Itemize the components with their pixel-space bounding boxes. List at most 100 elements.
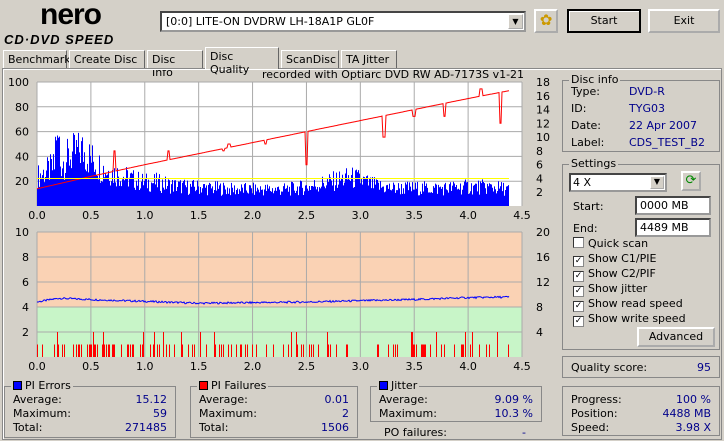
row-value: 59 (153, 407, 167, 420)
quality-score-box: Quality score: 95 (562, 356, 720, 378)
checkbox-box[interactable]: ✓ (573, 271, 584, 282)
progress-box: Progress: 100 % Position: 4488 MB Speed: 3.98… (562, 386, 720, 436)
row-value: 4488 MB (662, 407, 711, 420)
tab-scandisc[interactable]: ScanDisc (281, 50, 339, 68)
y-tick-label: 10 (15, 226, 29, 239)
x-tick-label: 0.5 (82, 209, 100, 222)
y2-tick-label: 8 (536, 301, 543, 314)
speed-select[interactable]: 4 X ▼ (569, 173, 667, 192)
checkbox-quick-scan[interactable]: Quick scan (573, 237, 648, 250)
settings-group: Settings 4 X ▼ ⟳ Start: 0000 MB End: 4489… (562, 157, 720, 350)
x-tick-label: 0.0 (28, 209, 46, 222)
y2-tick-label: 4 (536, 172, 543, 185)
start-input[interactable]: 0000 MB (635, 196, 711, 215)
chevron-down-icon[interactable]: ▼ (508, 14, 523, 29)
x-tick-label: 4.5 (513, 209, 531, 222)
checkbox-show-jitter[interactable]: ✓ Show jitter (573, 282, 647, 297)
y-tick-label: 80 (15, 101, 29, 114)
speed-value: 4 X (573, 176, 592, 189)
checkbox-show-c2-pif[interactable]: ✓ Show C2/PIF (573, 267, 656, 282)
x-tick-label: 2.5 (298, 360, 316, 372)
checkbox-show-c1-pie[interactable]: ✓ Show C1/PIE (573, 252, 656, 267)
row-label: Maximum: (379, 407, 437, 420)
x-tick-label: 2.5 (298, 209, 316, 222)
info-row: Maximum: 59 (13, 407, 167, 421)
row-label: Maximum: (199, 407, 257, 420)
row-value: 15.12 (135, 393, 168, 406)
tab-benchmark[interactable]: Benchmark (3, 50, 71, 68)
row-label: Average: (199, 393, 248, 406)
exit-button[interactable]: Exit (648, 9, 720, 33)
row-value: 0.01 (324, 393, 350, 406)
x-tick-label: 3.5 (405, 209, 423, 222)
row-value: 271485 (125, 421, 167, 434)
chevron-down-icon[interactable]: ▼ (650, 176, 664, 189)
drive-options-icon[interactable]: ✿ (534, 9, 558, 33)
checkbox-label: Show write speed (588, 312, 686, 325)
info-row: Speed: 3.98 X (571, 421, 711, 435)
end-input[interactable]: 4489 MB (635, 218, 711, 237)
pi-errors-chart: 0.0 0.5 1.0 1.5 2.0 2.5 3.0 3.5 4.0 4.5 100 80 60 40 2… (8, 76, 550, 222)
start-label: Start: (573, 200, 604, 213)
legend-swatch (379, 381, 388, 390)
checkbox-box[interactable]: ✓ (573, 301, 584, 312)
checkbox-label: Quick scan (588, 237, 649, 250)
tab-disc-info[interactable]: Disc Info (147, 50, 203, 79)
x-tick-label: 2.0 (244, 209, 262, 222)
group-title: PI Errors (25, 379, 71, 392)
row-value: CDS_TEST_B2 (629, 136, 706, 149)
advanced-button[interactable]: Advanced (637, 327, 715, 347)
tab-disc-quality[interactable]: Disc Quality (205, 47, 279, 76)
checkbox-show-write-speed[interactable]: ✓ Show write speed (573, 312, 686, 327)
checkbox-label: Show C1/PIE (588, 252, 657, 265)
checkbox-box[interactable] (573, 237, 584, 248)
x-tick-label: 4.5 (513, 360, 531, 372)
row-label: Position: (571, 407, 618, 420)
info-row: Date: 22 Apr 2007 (571, 119, 711, 133)
tab-create-disc[interactable]: Create Disc (69, 50, 145, 68)
y-tick-label: 6 (22, 276, 29, 289)
po-failures-value: - (522, 426, 526, 439)
info-row: Average: 0.01 (199, 393, 349, 407)
info-row: Total: 1506 (199, 421, 349, 435)
drive-select-value: [0:0] LITE-ON DVDRW LH-18A1P GL0F (166, 15, 375, 28)
refresh-icon[interactable]: ⟳ (681, 171, 701, 191)
row-value: 2 (342, 407, 349, 420)
row-label: Type: (571, 85, 600, 98)
start-button[interactable]: Start (567, 9, 641, 33)
x-tick-label: 3.5 (405, 360, 423, 372)
checkbox-show-read-speed[interactable]: ✓ Show read speed (573, 297, 683, 312)
legend-swatch (199, 381, 208, 390)
checkbox-label: Show C2/PIF (588, 267, 656, 280)
y-tick-label: 40 (15, 150, 29, 163)
legend-swatch (13, 381, 22, 390)
nero-logo: nero (40, 0, 102, 31)
row-label: Average: (13, 393, 62, 406)
info-row: Average: 15.12 (13, 393, 167, 407)
quality-score-value: 95 (697, 361, 711, 374)
row-label: Label: (571, 136, 605, 149)
y2-tick-label: 8 (536, 145, 543, 158)
info-row: Maximum: 2 (199, 407, 349, 421)
row-value: 3.98 X (675, 421, 711, 434)
group-title: Jitter (391, 379, 418, 392)
row-value: DVD-R (629, 85, 665, 98)
row-label: Speed: (571, 421, 610, 434)
checkbox-box[interactable]: ✓ (573, 316, 584, 327)
tab-ta-jitter[interactable]: TA Jitter (341, 50, 397, 68)
warning-zone (37, 232, 522, 307)
checkbox-box[interactable]: ✓ (573, 256, 584, 267)
y-tick-label: 8 (22, 251, 29, 264)
info-row: Average: 9.09 % (379, 393, 533, 407)
disc-info-group: Disc info Type: DVD-R ID: TYG03 Date: 22 Apr … (562, 73, 720, 152)
checkbox-box[interactable]: ✓ (573, 286, 584, 297)
pi-failures-group: PI Failures Average: 0.01 Maximum: 2 Total: 15… (190, 379, 358, 438)
x-tick-label: 1.0 (136, 360, 154, 372)
x-tick-label: 3.0 (352, 209, 370, 222)
row-label: Date: (571, 119, 601, 132)
y-tick-label: 4 (22, 301, 29, 314)
x-tick-label: 3.0 (352, 360, 370, 372)
info-row: Total: 271485 (13, 421, 167, 435)
drive-select[interactable]: [0:0] LITE-ON DVDRW LH-18A1P GL0F ▼ (160, 11, 526, 32)
row-value: TYG03 (629, 102, 665, 115)
